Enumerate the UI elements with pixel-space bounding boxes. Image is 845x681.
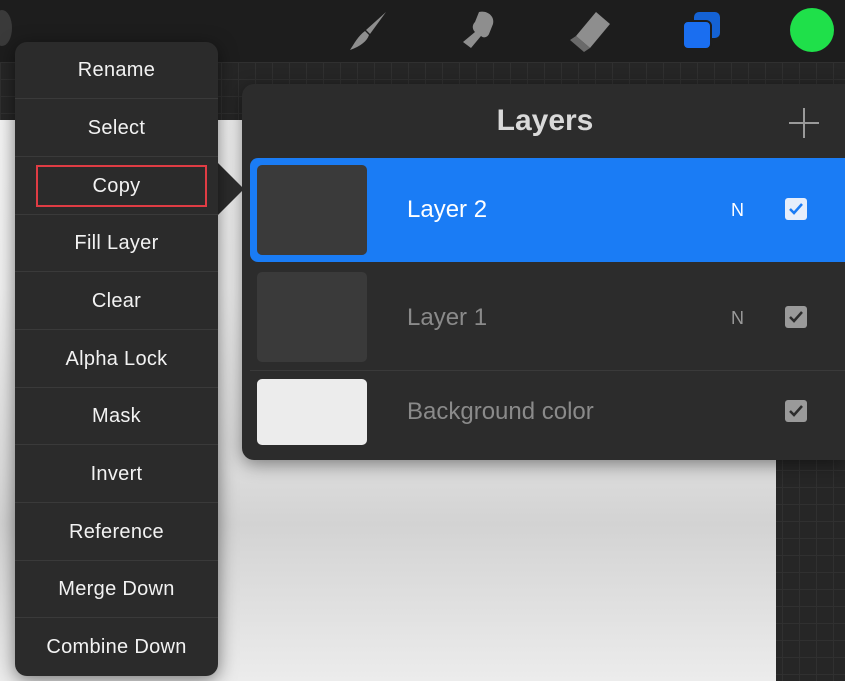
layer-row-background-color[interactable]: Background color [250, 374, 845, 450]
menu-item-mask[interactable]: Mask [15, 388, 218, 445]
layer-divider [250, 370, 845, 371]
layers-tool-button[interactable] [680, 8, 724, 52]
checkmark-icon [789, 203, 803, 215]
menu-item-fill-layer[interactable]: Fill Layer [15, 215, 218, 272]
layer-row-layer-2[interactable]: Layer 2 N [250, 158, 845, 262]
layer-row-layer-1[interactable]: Layer 1 N [250, 266, 845, 366]
menu-item-alpha-lock[interactable]: Alpha Lock [15, 331, 218, 388]
blend-mode-button[interactable]: N [731, 308, 744, 329]
color-picker-button[interactable] [790, 8, 834, 52]
layer-thumbnail [257, 272, 367, 362]
panel-title: Layers [496, 104, 594, 137]
menu-item-reference[interactable]: Reference [15, 504, 218, 561]
blend-mode-button[interactable]: N [731, 200, 744, 221]
layer-options-menu: Rename Select Copy Fill Layer Clear Alph… [15, 42, 218, 676]
visibility-checkbox[interactable] [785, 198, 807, 220]
visibility-checkbox[interactable] [785, 306, 807, 328]
brush-icon [350, 12, 386, 50]
visibility-checkbox[interactable] [785, 400, 807, 422]
background-color-swatch[interactable] [257, 379, 367, 445]
menu-item-combine-down[interactable]: Combine Down [15, 619, 218, 676]
brush-tool-button[interactable] [346, 8, 390, 52]
checkmark-icon [789, 311, 803, 323]
menu-item-clear[interactable]: Clear [15, 273, 218, 330]
menu-item-merge-down[interactable]: Merge Down [15, 561, 218, 618]
menu-item-invert[interactable]: Invert [15, 446, 218, 503]
menu-item-copy[interactable]: Copy [15, 158, 218, 215]
layer-name: Layer 2 [407, 196, 488, 223]
menu-item-rename[interactable]: Rename [15, 42, 218, 99]
layers-panel: Layers Layer 2 N Layer 1 N Background co… [242, 84, 845, 460]
smudge-icon [463, 11, 494, 49]
menu-pointer-arrow [218, 163, 244, 215]
menu-item-select[interactable]: Select [15, 100, 218, 157]
checkmark-icon [789, 405, 803, 417]
layer-name: Layer 1 [407, 304, 488, 331]
eraser-tool-button[interactable] [568, 8, 612, 52]
eraser-icon [570, 12, 610, 52]
layer-name: Background color [407, 398, 594, 425]
layers-icon [682, 12, 720, 50]
smudge-tool-button[interactable] [457, 8, 501, 52]
plus-icon[interactable] [787, 106, 821, 140]
layer-thumbnail [257, 165, 367, 255]
